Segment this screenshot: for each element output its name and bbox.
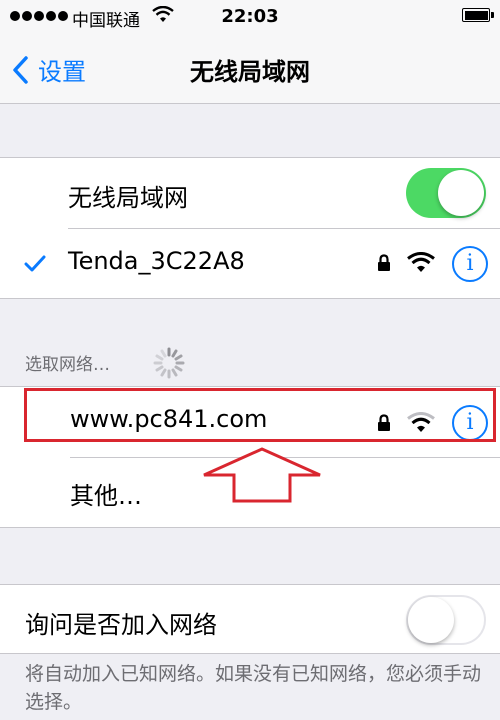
wifi-toggle-row: 无线局域网 [0,158,500,228]
network-info-button[interactable]: i [452,246,488,282]
wifi-toggle[interactable] [406,168,486,218]
choose-network-header: 选取网络… [25,355,110,375]
status-bar: 中国联通 22:03 [0,0,500,34]
navigation-bar: 设置 无线局域网 [0,34,500,104]
status-time: 22:03 [221,6,279,27]
wifi-signal-icon [407,252,435,272]
ask-to-join-label: 询问是否加入网络 [25,611,217,639]
highlight-box [24,388,496,442]
wifi-toggle-label: 无线局域网 [68,184,188,212]
other-network-label: 其他… [70,482,142,510]
lock-icon [378,254,390,271]
battery-icon [462,8,494,22]
header-area: 中国联通 22:03 设置 无线局域网 [0,0,500,104]
ask-to-join-toggle[interactable] [406,595,486,645]
connected-network-name: Tenda_3C22A8 [68,247,245,275]
ask-to-join-group: 询问是否加入网络 [0,584,500,654]
page-title: 无线局域网 [190,58,310,86]
connected-network-row[interactable]: Tenda_3C22A8 i [0,229,500,299]
loading-spinner-icon [153,347,185,379]
checkmark-icon [24,255,46,272]
up-arrow-annotation [203,447,321,503]
ask-to-join-note: 将自动加入已知网络。如果没有已知网络，您必须手动选择。 [25,663,482,713]
wifi-group: 无线局域网 Tenda_3C22A8 i [0,157,500,299]
